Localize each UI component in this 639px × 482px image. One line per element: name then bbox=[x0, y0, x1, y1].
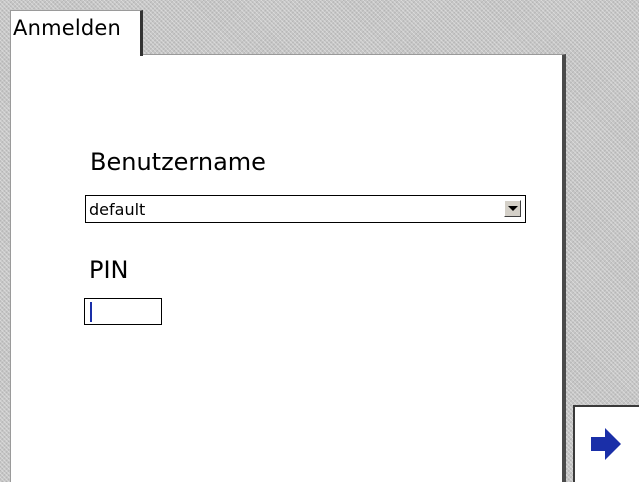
pin-label: PIN bbox=[89, 256, 129, 284]
next-button[interactable] bbox=[573, 405, 639, 482]
tab-anmelden[interactable]: Anmelden bbox=[10, 10, 143, 56]
chevron-down-icon bbox=[508, 206, 518, 211]
pin-input[interactable] bbox=[84, 298, 162, 325]
username-label: Benutzername bbox=[90, 148, 266, 176]
dropdown-button[interactable] bbox=[504, 200, 521, 217]
text-caret bbox=[90, 302, 92, 322]
login-screen: Anmelden Benutzername default PIN bbox=[0, 0, 639, 482]
tab-label: Anmelden bbox=[13, 16, 122, 40]
arrow-right-icon bbox=[591, 428, 621, 460]
username-select[interactable]: default bbox=[85, 195, 526, 223]
username-select-value: default bbox=[89, 200, 146, 219]
